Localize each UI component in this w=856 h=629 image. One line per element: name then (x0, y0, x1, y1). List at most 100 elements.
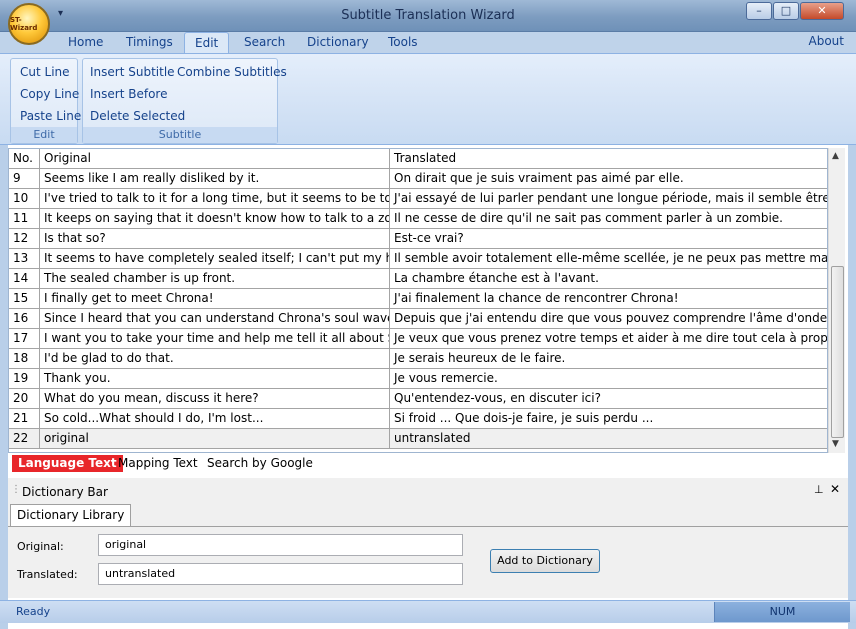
tab-search[interactable]: Search (244, 32, 285, 53)
cell-translated[interactable]: Il ne cesse de dire qu'il ne sait pas co… (390, 209, 827, 229)
cell-original[interactable]: Seems like I am really disliked by it. (40, 169, 390, 189)
combine-subtitles-button[interactable]: Combine Subtitles (177, 65, 287, 79)
add-to-dictionary-button[interactable]: Add to Dictionary (490, 549, 600, 573)
cell-no[interactable]: 9 (9, 169, 40, 189)
cell-no[interactable]: 19 (9, 369, 40, 389)
table-row[interactable]: 13 It seems to have completely sealed its… (9, 249, 827, 269)
cell-original[interactable]: I'd be glad to do that. (40, 349, 390, 369)
title-bar: Subtitle Translation Wizard ▾ – □ ✕ (0, 0, 856, 32)
cell-no[interactable]: 16 (9, 309, 40, 329)
tab-language-text[interactable]: Language Text (12, 455, 123, 472)
cell-translated[interactable]: Est-ce vrai? (390, 229, 827, 249)
original-field[interactable]: original (98, 534, 463, 556)
tab-mapping-text[interactable]: Mapping Text (112, 455, 204, 472)
cell-translated[interactable]: untranslated (390, 429, 827, 449)
table-row[interactable]: 15 I finally get to meet Chrona! J'ai fina… (9, 289, 827, 309)
insert-before-button[interactable]: Insert Before (90, 87, 167, 101)
table-row[interactable]: 17 I want you to take your time and help … (9, 329, 827, 349)
tab-tools[interactable]: Tools (388, 32, 418, 53)
table-row[interactable]: 14 The sealed chamber is up front. La cham… (9, 269, 827, 289)
cell-no[interactable]: 20 (9, 389, 40, 409)
tab-search-by-google[interactable]: Search by Google (201, 455, 319, 472)
table-row[interactable]: 19 Thank you. Je vous remercie. (9, 369, 827, 389)
cell-translated[interactable]: Qu'entendez-vous, en discuter ici? (390, 389, 827, 409)
delete-selected-button[interactable]: Delete Selected (90, 109, 185, 123)
table-row[interactable]: 12 Is that so? Est-ce vrai? (9, 229, 827, 249)
cell-translated[interactable]: Je serais heureux de le faire. (390, 349, 827, 369)
table-row[interactable]: 22 original untranslated (9, 429, 827, 449)
cell-no[interactable]: 12 (9, 229, 40, 249)
cell-original[interactable]: I've tried to talk to it for a long time… (40, 189, 390, 209)
cell-translated[interactable]: On dirait que je suis vraiment pas aimé … (390, 169, 827, 189)
table-row[interactable]: 9 Seems like I am really disliked by it. O… (9, 169, 827, 189)
grip-icon[interactable]: ⋮ (11, 484, 21, 495)
cell-original[interactable]: What do you mean, discuss it here? (40, 389, 390, 409)
cell-translated[interactable]: Je veux que vous prenez votre temps et a… (390, 329, 827, 349)
column-header-translated[interactable]: Translated (390, 149, 827, 169)
cut-line-button[interactable]: Cut Line (20, 65, 70, 79)
pin-icon[interactable]: ⊥ (814, 483, 824, 496)
app-menu-button[interactable]: ST-Wizard (8, 3, 50, 45)
scroll-down-icon[interactable]: ▼ (832, 439, 839, 449)
table-row[interactable]: 16 Since I heard that you can understand … (9, 309, 827, 329)
scrollbar-thumb[interactable] (831, 266, 844, 438)
cell-original[interactable]: original (40, 429, 390, 449)
maximize-button[interactable]: □ (773, 2, 799, 20)
window-title: Subtitle Translation Wizard (341, 8, 515, 23)
paste-line-button[interactable]: Paste Line (20, 109, 81, 123)
table-row[interactable]: 18 I'd be glad to do that. Je serais heure… (9, 349, 827, 369)
scroll-up-icon[interactable]: ▲ (832, 151, 839, 161)
cell-translated[interactable]: J'ai essayé de lui parler pendant une lo… (390, 189, 827, 209)
cell-original[interactable]: The sealed chamber is up front. (40, 269, 390, 289)
table-row[interactable]: 21 So cold...What should I do, I'm lost..… (9, 409, 827, 429)
cell-original[interactable]: It seems to have completely sealed itsel… (40, 249, 390, 269)
cell-translated[interactable]: Si froid ... Que dois-je faire, je suis … (390, 409, 827, 429)
cell-original[interactable]: I want you to take your time and help me… (40, 329, 390, 349)
cell-original[interactable]: Is that so? (40, 229, 390, 249)
cell-no[interactable]: 14 (9, 269, 40, 289)
cell-translated[interactable]: J'ai finalement la chance de rencontrer … (390, 289, 827, 309)
cell-original[interactable]: So cold...What should I do, I'm lost... (40, 409, 390, 429)
minimize-button[interactable]: – (746, 2, 772, 20)
dictionary-bar-title: Dictionary Bar (22, 485, 108, 499)
cell-original[interactable]: Thank you. (40, 369, 390, 389)
translated-field[interactable]: untranslated (98, 563, 463, 585)
tab-dictionary-library[interactable]: Dictionary Library (10, 504, 132, 526)
cell-no[interactable]: 17 (9, 329, 40, 349)
cell-no[interactable]: 15 (9, 289, 40, 309)
tab-dictionary[interactable]: Dictionary (307, 32, 369, 53)
app-button-label: ST-Wizard (10, 16, 38, 32)
cell-translated[interactable]: Je vous remercie. (390, 369, 827, 389)
column-header-no[interactable]: No. (9, 149, 40, 169)
close-icon[interactable]: ✕ (830, 482, 840, 496)
status-text: Ready (16, 605, 51, 618)
cell-no[interactable]: 18 (9, 349, 40, 369)
column-header-original[interactable]: Original (40, 149, 390, 169)
copy-line-button[interactable]: Copy Line (20, 87, 79, 101)
grid-header-row: No. Original Translated (9, 149, 827, 169)
cell-no[interactable]: 13 (9, 249, 40, 269)
tab-edit[interactable]: Edit (184, 32, 230, 53)
insert-subtitle-button[interactable]: Insert Subtitle (90, 65, 175, 79)
cell-no[interactable]: 10 (9, 189, 40, 209)
table-row[interactable]: 10 I've tried to talk to it for a long ti… (9, 189, 827, 209)
tab-timings[interactable]: Timings (126, 32, 173, 53)
cell-translated[interactable]: La chambre étanche est à l'avant. (390, 269, 827, 289)
status-bar: Ready NUM (0, 600, 856, 623)
vertical-scrollbar[interactable]: ▲ ▼ (828, 148, 845, 453)
cell-no[interactable]: 11 (9, 209, 40, 229)
close-button[interactable]: ✕ (800, 2, 844, 20)
cell-original[interactable]: It keeps on saying that it doesn't know … (40, 209, 390, 229)
tab-home[interactable]: Home (68, 32, 103, 53)
table-row[interactable]: 20 What do you mean, discuss it here? Qu'e… (9, 389, 827, 409)
cell-translated[interactable]: Depuis que j'ai entendu dire que vous po… (390, 309, 827, 329)
subtitle-grid: No. Original Translated 9 Seems like I am… (8, 148, 828, 453)
about-link[interactable]: About (809, 34, 844, 48)
cell-no[interactable]: 21 (9, 409, 40, 429)
table-row[interactable]: 11 It keeps on saying that it doesn't kno… (9, 209, 827, 229)
cell-no[interactable]: 22 (9, 429, 40, 449)
cell-original[interactable]: Since I heard that you can understand Ch… (40, 309, 390, 329)
cell-translated[interactable]: Il semble avoir totalement elle-même sce… (390, 249, 827, 269)
cell-original[interactable]: I finally get to meet Chrona! (40, 289, 390, 309)
quick-access-dropdown-icon[interactable]: ▾ (58, 8, 63, 19)
